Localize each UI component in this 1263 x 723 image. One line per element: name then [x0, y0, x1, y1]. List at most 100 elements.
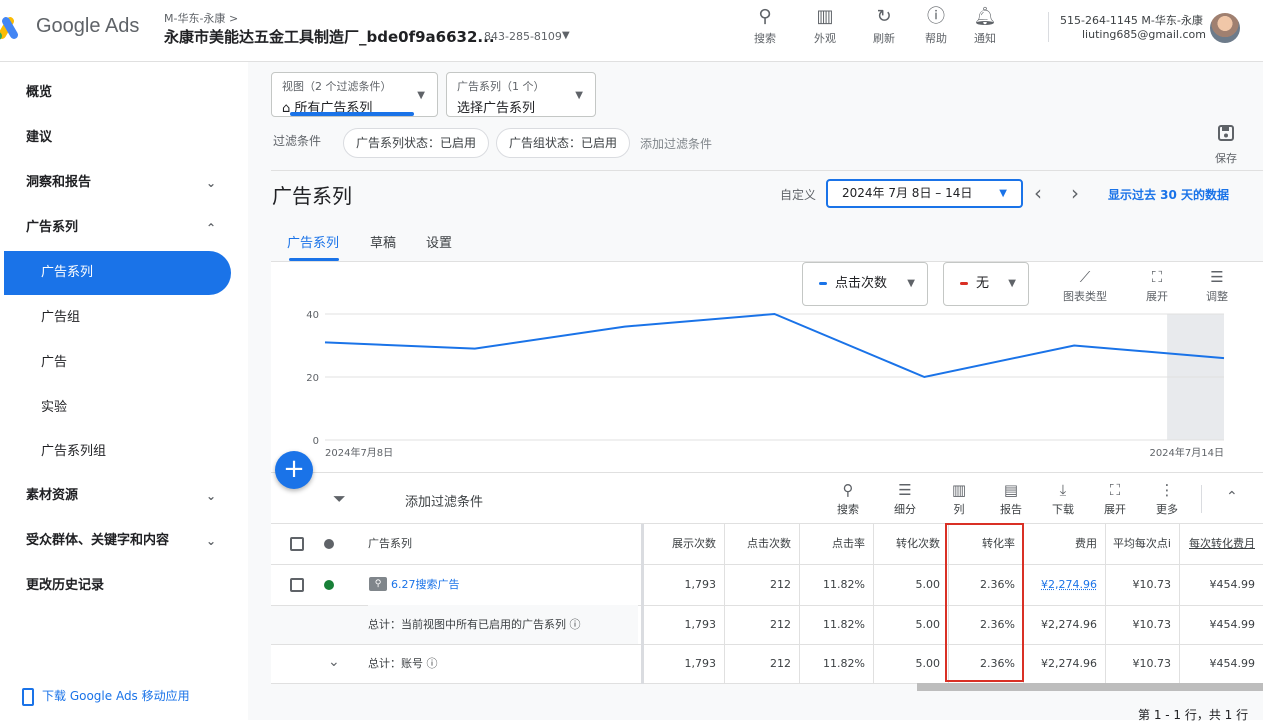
header-refresh-button[interactable]: ↻ 刷新 [859, 4, 909, 46]
column-header-clicks[interactable]: 点击次数 [724, 524, 799, 563]
horizontal-scrollbar[interactable] [917, 683, 1263, 691]
total-cost: ¥2,274.96 [1023, 605, 1105, 644]
save-button[interactable]: 保存 [1211, 124, 1241, 166]
sidebar-item-campaigns-group[interactable]: 广告系列⌃ [0, 208, 240, 248]
sidebar-item-campaign-groups[interactable]: 广告系列组 [0, 432, 240, 472]
account-name[interactable]: 永康市美能达五金工具制造厂_bde0f9a6632... [164, 26, 495, 47]
conv-rate-highlight-box [945, 523, 1024, 682]
column-header-cost[interactable]: 费用 [1023, 524, 1105, 563]
tab-campaigns[interactable]: 广告系列 [287, 232, 339, 251]
sidebar-item-change-history[interactable]: 更改历史记录 [0, 566, 240, 606]
column-header-conversions[interactable]: 转化次数 [873, 524, 948, 563]
add-filter-link[interactable]: 添加过滤条件 [640, 135, 712, 152]
expand-icon: ⛶ [1129, 268, 1185, 288]
google-ads-logo-icon[interactable] [0, 14, 20, 42]
account-total-label: 总计：账号 ⓘ [368, 644, 638, 683]
add-campaign-button[interactable]: + [275, 451, 313, 489]
help-icon[interactable]: ⓘ [427, 657, 438, 670]
column-header-ctr[interactable]: 点击率 [799, 524, 873, 563]
sidebar-item-overview[interactable]: 概览 [0, 73, 240, 113]
column-header-avg-cpc[interactable]: 平均每次点i [1105, 524, 1179, 563]
account-total-ctr: 11.82% [799, 644, 873, 683]
segment-icon: ☰ [883, 481, 927, 501]
header-notifications-button[interactable]: 🔔︎ 通知 [960, 4, 1010, 46]
table-add-filter[interactable]: 添加过滤条件 [405, 491, 483, 510]
table-more-button[interactable]: ⋮更多 [1145, 481, 1189, 517]
metric-selector-secondary[interactable]: 无▼ [943, 262, 1029, 306]
sidebar-item-audiences[interactable]: 受众群体、关键字和内容⌄ [0, 521, 240, 561]
table-download-button[interactable]: ⤓下载 [1041, 481, 1085, 517]
table-segment-button[interactable]: ☰细分 [883, 481, 927, 517]
toolbar-divider [1201, 485, 1202, 513]
download-app-link[interactable]: 下载 Google Ads 移动应用 [22, 687, 190, 706]
series-color-swatch [819, 282, 827, 285]
filter-chip-adgroup-status[interactable]: 广告组状态：已启用 [496, 128, 630, 158]
cell-cost[interactable]: ¥2,274.96 [1023, 565, 1105, 604]
status-enabled-icon[interactable] [324, 580, 334, 590]
chevron-up-icon[interactable]: ⌃ [1226, 489, 1238, 505]
breadcrumb[interactable]: M-华东-永康 > [164, 10, 238, 26]
chart-adjust-button[interactable]: ☰调整 [1189, 268, 1245, 304]
account-total-impressions: 1,793 [647, 644, 724, 683]
header-notifications-label: 通知 [960, 30, 1010, 46]
campaign-table: 广告系列 展示次数 点击次数 点击率 转化次数 转化率 费用 平均每次点i 每次… [271, 524, 1263, 684]
sidebar-item-assets[interactable]: 素材资源⌄ [0, 476, 240, 516]
filter-chip-campaign-status[interactable]: 广告系列状态：已启用 [343, 128, 489, 158]
view-selector[interactable]: 视图（2 个过滤条件） ⌂ 所有广告系列 ▼ [271, 72, 438, 117]
account-dropdown-icon[interactable]: ▼ [562, 30, 570, 41]
chevron-down-icon[interactable]: ⌄ [328, 654, 340, 670]
table-columns-button[interactable]: ▥列 [937, 481, 981, 517]
table-search-button[interactable]: ⚲搜索 [826, 481, 870, 517]
bell-icon: 🔔︎ [960, 4, 1010, 30]
breadcrumb-label[interactable]: M-华东-永康 [164, 12, 225, 25]
column-divider [1105, 524, 1106, 684]
filter-funnel-icon[interactable]: ⏷ [333, 489, 346, 509]
chart-adjust-label: 调整 [1189, 288, 1245, 304]
tab-drafts[interactable]: 草稿 [370, 232, 396, 251]
column-header-campaign[interactable]: 广告系列 [368, 524, 638, 563]
table-report-button[interactable]: ▤报告 [989, 481, 1033, 517]
header-help-button[interactable]: ⓘ 帮助 [911, 4, 961, 46]
date-range-type: 自定义 [780, 186, 816, 203]
sidebar-item-label: 广告组 [41, 310, 80, 325]
chevron-right-icon[interactable]: › [1071, 181, 1079, 205]
total-avg-cpc: ¥10.73 [1105, 605, 1179, 644]
cell-impressions: 1,793 [647, 565, 724, 604]
chevron-left-icon[interactable]: ‹ [1034, 181, 1042, 205]
sidebar-item-ads[interactable]: 广告 [0, 343, 240, 383]
total-impressions: 1,793 [647, 605, 724, 644]
search-icon: ⚲ [740, 4, 790, 30]
sidebar-item-ad-groups[interactable]: 广告组 [0, 298, 240, 338]
column-header-cost-per-conv[interactable]: 每次转化费月 [1179, 524, 1263, 563]
campaign-selector[interactable]: 广告系列（1 个） 选择广告系列 ▼ [446, 72, 596, 117]
metric-selector-primary[interactable]: 点击次数▼ [802, 262, 928, 306]
row-checkbox[interactable] [290, 578, 304, 592]
total-row-bg [271, 606, 368, 644]
chart-type-icon: ⟋ [1057, 268, 1113, 288]
select-all-checkbox[interactable] [290, 537, 304, 551]
date-range-picker[interactable]: 2024年 7月 8日 – 14日▼ [826, 179, 1023, 208]
product-name[interactable]: Google Ads [36, 15, 139, 38]
chevron-down-icon: ⌄ [206, 163, 216, 203]
show-last-30-days-link[interactable]: 显示过去 30 天的数据 [1108, 186, 1229, 203]
sidebar-item-recommendations[interactable]: 建议 [0, 118, 240, 158]
cell-clicks: 212 [724, 565, 799, 604]
header-appearance-button[interactable]: ▥ 外观 [800, 4, 850, 46]
tab-settings[interactable]: 设置 [426, 232, 452, 251]
help-icon[interactable]: ⓘ [570, 618, 581, 631]
table-expand-button[interactable]: ⛶展开 [1093, 481, 1137, 517]
total-row-label: 总计：当前视图中所有已启用的广告系列 ⓘ [368, 605, 638, 644]
chart-type-button[interactable]: ⟋图表类型 [1057, 268, 1113, 304]
sidebar-item-campaigns[interactable]: 广告系列 [4, 251, 231, 295]
column-header-impressions[interactable]: 展示次数 [647, 524, 724, 563]
chart-expand-button[interactable]: ⛶展开 [1129, 268, 1185, 304]
avatar[interactable] [1210, 13, 1240, 43]
save-icon [1217, 124, 1235, 142]
sidebar-item-insights-reports[interactable]: 洞察和报告⌄ [0, 163, 240, 203]
total-clicks: 212 [724, 605, 799, 644]
header-search-button[interactable]: ⚲ 搜索 [740, 4, 790, 46]
campaign-name-link[interactable]: 6.27搜索广告 [391, 565, 631, 604]
sidebar-item-experiments[interactable]: 实验 [0, 388, 240, 428]
sidebar-item-label: 更改历史记录 [26, 578, 104, 593]
metric-secondary-label: 无 [976, 276, 989, 291]
